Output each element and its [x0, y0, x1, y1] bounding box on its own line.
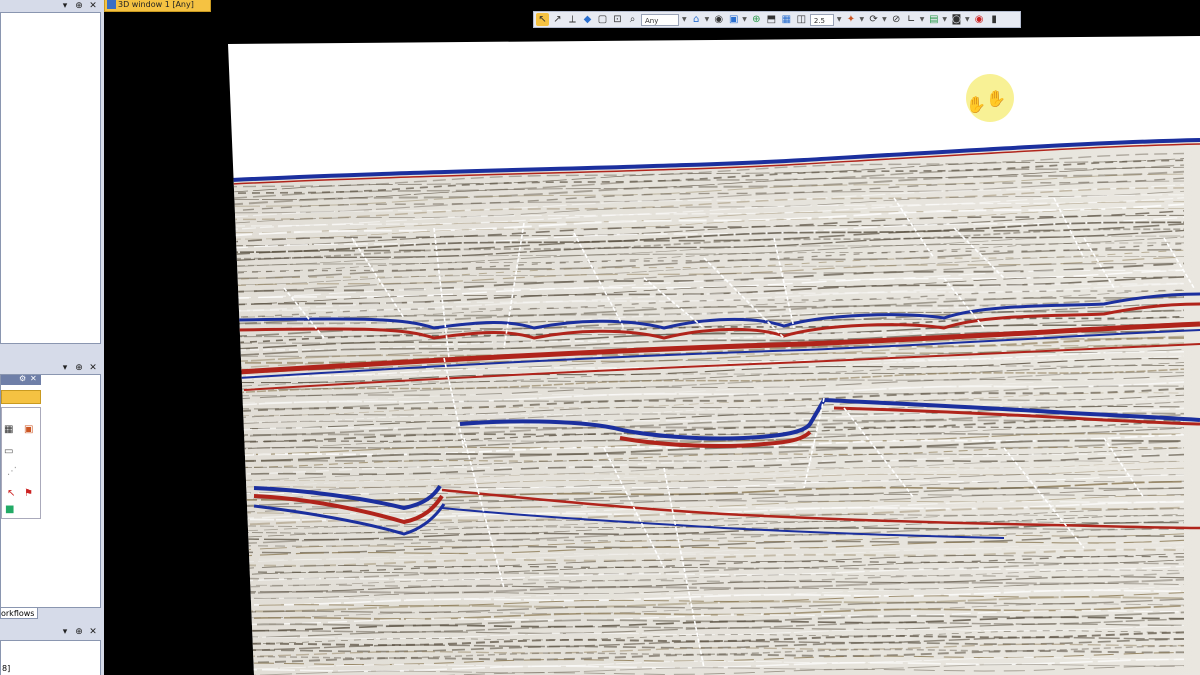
window-icon[interactable]: ▭	[4, 446, 13, 458]
close-icon[interactable]: ✕	[88, 362, 98, 374]
select-pointer-icon[interactable]: ↖	[536, 13, 549, 26]
3d-window-icon	[107, 0, 116, 9]
top-pane	[0, 12, 101, 344]
close-icon[interactable]: ✕	[88, 626, 98, 638]
chevron-down-icon[interactable]: ▼	[837, 16, 842, 23]
chevron-down-icon[interactable]: ▼	[942, 16, 947, 23]
flag-icon[interactable]: ⚑	[24, 488, 33, 500]
rotate-icon[interactable]: ⟳	[867, 13, 880, 26]
zoom-level-select[interactable]: 2.5	[809, 13, 834, 26]
chevron-down-icon[interactable]: ▼	[705, 16, 710, 23]
tool-palette: ▦ ▣ ▭ ⋰ ↖ ⚑ ■	[1, 407, 41, 519]
settings-icon[interactable]: ⚙	[19, 374, 26, 383]
filter-select[interactable]: Any	[641, 13, 679, 26]
pointer-icon[interactable]: ↖	[7, 488, 15, 500]
grid-view-icon[interactable]: ▦	[780, 13, 793, 26]
hand-pan-icon: ✋	[986, 89, 1006, 108]
chevron-down-icon[interactable]: ▼	[860, 16, 865, 23]
zoom-search-icon[interactable]: ⌕	[626, 13, 639, 26]
palette-selected-row[interactable]	[1, 390, 41, 404]
view-toolbar: ↖ ↗ ⟂ ◆ ▢ ⊡ ⌕ Any ▼ ⌂ ▼ ◉ ▣ ▼ ⊕ ⬒ ▦ ◫ 2.…	[533, 11, 1021, 28]
dropdown-icon[interactable]: ▾	[60, 0, 70, 12]
workflows-tab[interactable]: orkflows	[0, 607, 38, 619]
dropdown-icon[interactable]: ▾	[60, 362, 70, 374]
chevron-down-icon[interactable]: ▼	[965, 16, 970, 23]
mid-pane: ⚙ ✕ ▦ ▣ ▭ ⋰ ↖ ⚑ ■	[0, 374, 101, 608]
measure-icon[interactable]: ⟂	[566, 13, 579, 26]
pin-icon[interactable]: ⊕	[74, 362, 84, 374]
chevron-down-icon[interactable]: ▼	[682, 16, 687, 23]
axis-icon[interactable]: ∟	[905, 13, 918, 26]
reset-view-icon[interactable]: ⊘	[890, 13, 903, 26]
bottom-pane-header: ▾ ⊕ ✕	[0, 626, 104, 640]
box-icon[interactable]: ▢	[596, 13, 609, 26]
tab-label: 3D window 1 [Any]	[118, 0, 194, 9]
close-icon[interactable]: ✕	[88, 0, 98, 12]
pin-icon[interactable]: ⊕	[74, 626, 84, 638]
cube-icon[interactable]: ◫	[795, 13, 808, 26]
record-icon[interactable]: ◉	[973, 13, 986, 26]
text-fit-icon[interactable]: ⊡	[611, 13, 624, 26]
camera-view-icon[interactable]: ◉	[712, 13, 725, 26]
orbit-icon[interactable]: ⊕	[750, 13, 763, 26]
surface-icon[interactable]: ◆	[581, 13, 594, 26]
tab-3d-window[interactable]: 3D window 1 [Any]	[104, 0, 211, 12]
home-icon[interactable]: ⌂	[690, 13, 703, 26]
bottom-pane: 8]	[0, 640, 101, 675]
color-palette-icon[interactable]: ■	[5, 504, 14, 516]
screenshot-icon[interactable]: ◙	[950, 13, 963, 26]
table-icon[interactable]: ▦	[4, 424, 13, 436]
color-table-icon[interactable]: ▤	[927, 13, 940, 26]
perspective-icon[interactable]: ⬒	[765, 13, 778, 26]
light-icon[interactable]: ✦	[845, 13, 858, 26]
grid-tool-icon[interactable]: ▣	[24, 424, 33, 436]
pin-icon[interactable]: ▮	[988, 13, 1001, 26]
3d-viewport[interactable]: ✋ ✋	[104, 28, 1200, 675]
dropdown-icon[interactable]: ▾	[60, 626, 70, 638]
bottom-field: 8]	[2, 664, 11, 673]
arrow-pointer-icon[interactable]: ↗	[551, 13, 564, 26]
chevron-down-icon[interactable]: ▼	[882, 16, 887, 23]
hand-pan-icon: ✋	[966, 95, 986, 114]
left-dock: ▾ ⊕ ✕ ▾ ⊕ ✕ ⚙ ✕ ▦ ▣ ▭ ⋰ ↖ ⚑ ■ orkflows ▾…	[0, 0, 104, 675]
palette-titlebar: ⚙ ✕	[1, 374, 41, 385]
pin-icon[interactable]: ⊕	[74, 0, 84, 12]
save-view-icon[interactable]: ▣	[727, 13, 740, 26]
chevron-down-icon[interactable]: ▼	[742, 16, 747, 23]
chevron-down-icon[interactable]: ▼	[920, 16, 925, 23]
close-icon[interactable]: ✕	[30, 374, 37, 383]
seismic-section[interactable]: ✋ ✋	[104, 28, 1200, 675]
dotted-path-icon[interactable]: ⋰	[7, 466, 17, 478]
